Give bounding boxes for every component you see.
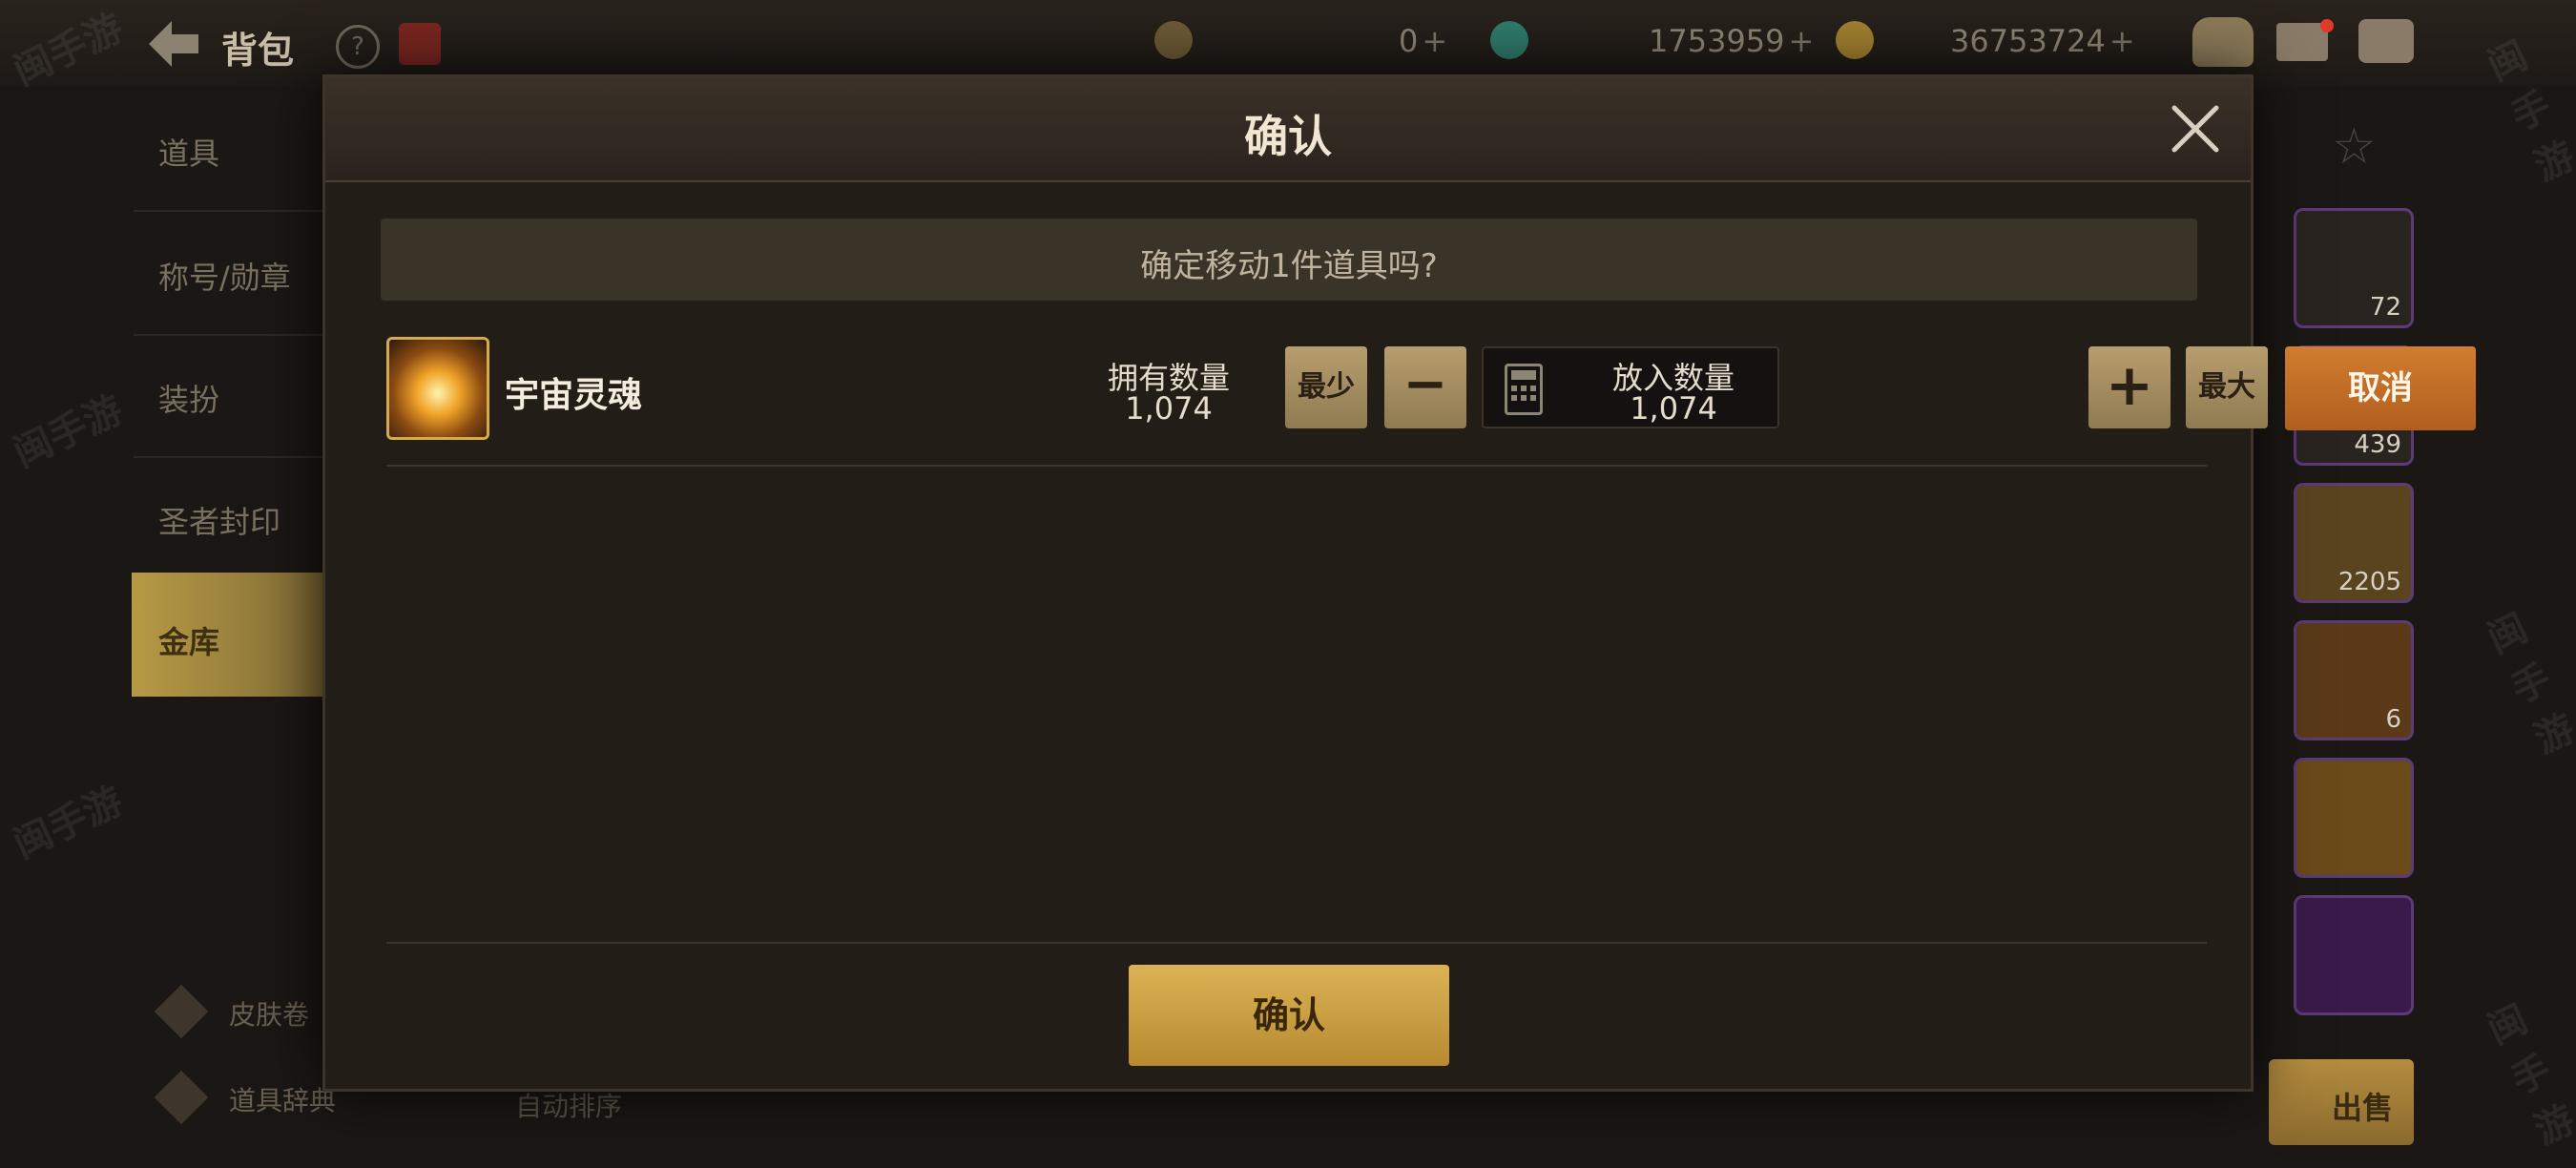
- confirm-button[interactable]: 确认: [1129, 965, 1449, 1066]
- cancel-button[interactable]: 取消: [2285, 346, 2476, 430]
- prompt-text: 确定移动1件道具吗?: [1140, 247, 1438, 285]
- sidebar-item-costume[interactable]: 装扮: [158, 376, 219, 420]
- increase-button[interactable]: +: [2088, 346, 2171, 428]
- min-quantity-button[interactable]: 最少: [1285, 346, 1367, 428]
- currency-b: 1753959 +: [1649, 23, 1815, 59]
- divider: [134, 334, 324, 336]
- gold-coin-icon: [1836, 21, 1874, 59]
- dialog-header: 确认: [325, 77, 2251, 182]
- sell-label: 出售: [2332, 1090, 2394, 1126]
- max-quantity-button[interactable]: 最大: [2186, 346, 2268, 428]
- inventory-slot[interactable]: 6: [2294, 620, 2414, 740]
- page-title: 背包: [221, 30, 295, 72]
- prompt-bar: 确定移动1件道具吗?: [381, 219, 2197, 301]
- sidebar-item-titles[interactable]: 称号/勋章: [158, 254, 291, 298]
- dialog-title: 确认: [1244, 111, 1332, 162]
- skin-ticket-link[interactable]: 皮肤卷: [229, 994, 309, 1032]
- inventory-slot[interactable]: [2294, 758, 2414, 878]
- decrease-button[interactable]: −: [1384, 346, 1466, 428]
- divider: [386, 942, 2207, 944]
- chest-icon[interactable]: [2192, 17, 2254, 67]
- gift-icon[interactable]: [399, 23, 441, 65]
- sidebar-item-items[interactable]: 道具: [158, 130, 219, 174]
- currency-a: 0 +: [1399, 23, 1448, 59]
- divider: [134, 210, 324, 212]
- cosmic-soul-item-icon: [386, 337, 489, 440]
- item-row: 宇宙灵魂 拥有数量 1,074 最少 − 放入数量 1,074 + 最大 取消: [386, 337, 2476, 467]
- back-arrow-icon[interactable]: [145, 17, 202, 71]
- sidebar-item-vault-label: 金库: [158, 624, 220, 660]
- gem-icon: [1490, 21, 1528, 59]
- inventory-slot[interactable]: 2205: [2294, 483, 2414, 603]
- notification-dot: [2320, 19, 2334, 32]
- quantity-input[interactable]: 放入数量 1,074: [1482, 346, 1779, 428]
- owned-quantity-value: 1,074: [1125, 390, 1213, 427]
- currency-c: 36753724 +: [1950, 23, 2135, 59]
- inventory-slot[interactable]: [2294, 895, 2414, 1015]
- sidebar-item-seal[interactable]: 圣者封印: [158, 498, 280, 542]
- item-dictionary-link[interactable]: 道具辞典: [229, 1080, 336, 1118]
- chat-icon[interactable]: [2358, 19, 2414, 63]
- item-name: 宇宙灵魂: [505, 376, 643, 415]
- calculator-icon[interactable]: [1505, 364, 1543, 415]
- inventory-slot[interactable]: 72: [2294, 208, 2414, 328]
- favorite-star-icon[interactable]: ☆: [2332, 118, 2377, 176]
- confirm-dialog: 确认 确定移动1件道具吗? 宇宙灵魂 拥有数量 1,074 最少 − 放入数量 …: [322, 74, 2476, 1092]
- coin-moon-icon: [1154, 21, 1193, 59]
- auto-sort-button[interactable]: 自动排序: [515, 1086, 622, 1124]
- close-icon[interactable]: [2167, 100, 2224, 157]
- top-bar: 背包 ? 0 + 1753959 + 36753724 +: [0, 0, 2576, 86]
- put-quantity-value: 1,074: [1630, 390, 1717, 427]
- divider: [134, 456, 324, 458]
- help-icon[interactable]: ?: [336, 25, 380, 69]
